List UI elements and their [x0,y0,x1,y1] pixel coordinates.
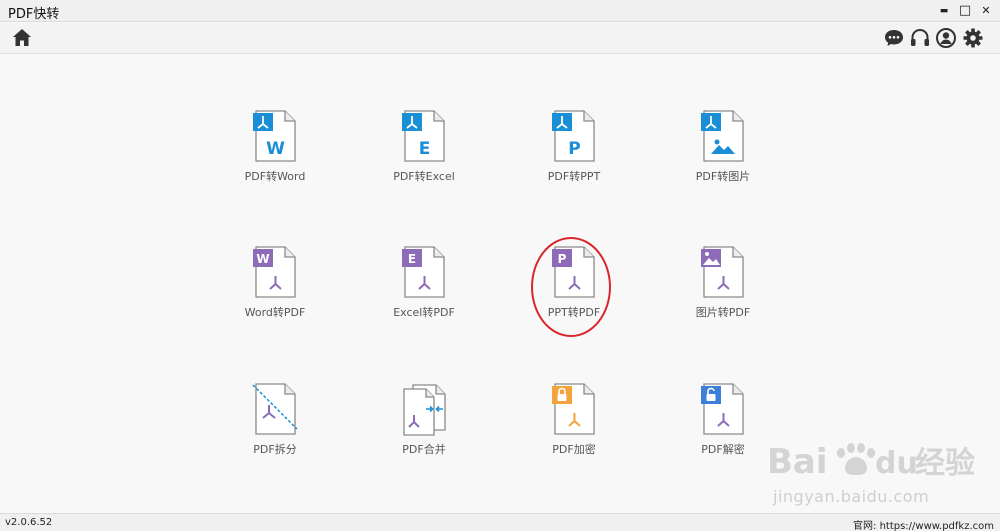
tool-image-to-pdf[interactable]: 图片转PDF [663,244,783,334]
tool-word-to-pdf[interactable]: W Word转PDF [215,244,335,334]
tool-label: PDF转Word [244,170,306,183]
pdf-to-image-icon [701,110,744,162]
tool-pdf-to-word[interactable]: W PDF转Word [215,108,335,198]
pdf-to-word-icon: W [253,110,296,162]
pdf-encrypt-icon [552,383,595,435]
tool-label: PDF转图片 [695,170,751,183]
website-label: 官网: [853,521,877,531]
tool-label: PDF合并 [402,443,446,456]
word-to-pdf-icon: W [253,246,296,298]
tool-label: Excel转PDF [393,306,455,319]
gear-icon[interactable] [962,27,984,49]
user-icon[interactable] [935,27,957,49]
tool-pdf-encrypt[interactable]: PDF加密 [514,381,634,471]
close-button[interactable]: ✕ [976,1,996,21]
headset-icon[interactable] [909,27,931,49]
svg-text:E: E [408,252,416,266]
tool-label: PDF转PPT [547,170,601,183]
pdf-decrypt-icon [701,383,744,435]
version-label: v2.0.6.52 [5,517,53,528]
svg-text:P: P [568,139,580,159]
tool-label: Word转PDF [244,306,306,319]
svg-text:W: W [266,139,285,159]
tool-label: PDF拆分 [253,443,297,456]
svg-text:E: E [419,139,431,159]
highlight-circle [531,237,611,337]
excel-to-pdf-icon: E [402,246,445,298]
home-icon[interactable] [11,27,33,49]
tool-label: 图片转PDF [695,306,751,319]
watermark-text: 经验 [915,446,975,481]
tool-excel-to-pdf[interactable]: E Excel转PDF [364,244,484,334]
baidu-watermark: Bai du 经验 jingyan.baidu.com [765,435,995,510]
baidu-logo-icon: Bai du 经验 [767,442,975,482]
tool-pdf-to-image[interactable]: PDF转图片 [663,108,783,198]
tool-label: PDF转Excel [393,170,455,183]
website-link[interactable]: 官网: https://www.pdfkz.com [853,517,994,531]
chat-icon[interactable] [883,27,905,49]
pdf-split-icon [252,383,298,435]
tool-pdf-to-ppt[interactable]: P PDF转PPT [514,108,634,198]
pdf-to-excel-icon: E [402,110,445,162]
status-bar: v2.0.6.52 官网: https://www.pdfkz.com [0,513,1000,531]
svg-text:W: W [256,252,269,266]
title-bar: PDF快转 ▬ □ ✕ [0,0,1000,22]
image-to-pdf-icon [701,246,744,298]
pdf-merge-icon [403,384,446,436]
tool-pdf-to-excel[interactable]: E PDF转Excel [364,108,484,198]
pdf-to-ppt-icon: P [552,110,595,162]
watermark-text: du [875,446,918,481]
watermark-url: jingyan.baidu.com [773,487,930,506]
tool-pdf-split[interactable]: PDF拆分 [215,381,335,471]
app-title: PDF快转 [8,7,60,22]
toolbar [0,23,1000,54]
maximize-button[interactable]: □ [955,1,975,21]
watermark-text: Bai [767,442,828,482]
tool-label: PDF加密 [552,443,596,456]
tool-pdf-merge[interactable]: PDF合并 [364,381,484,471]
website-url[interactable]: https://www.pdfkz.com [880,521,994,531]
minimize-button[interactable]: ▬ [934,1,954,21]
